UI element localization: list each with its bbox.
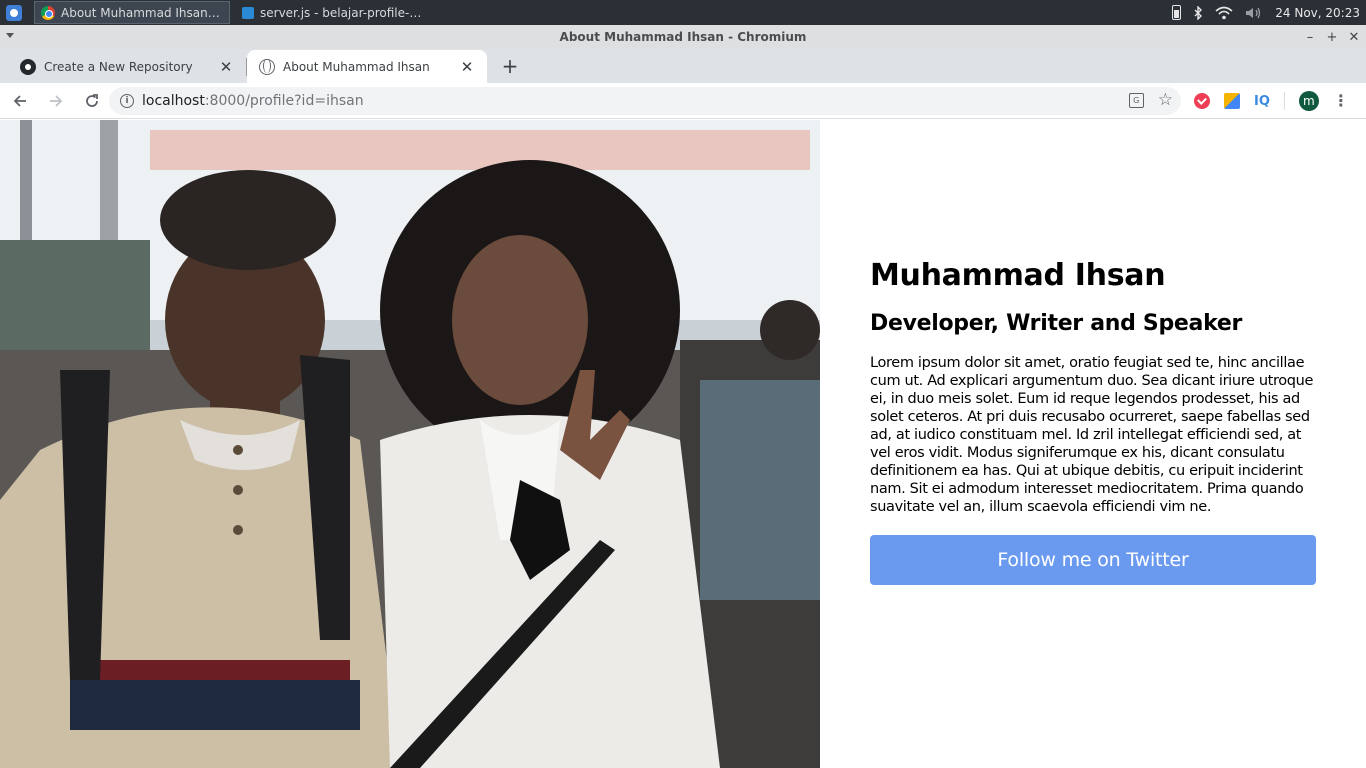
site-info-icon[interactable]: i	[120, 94, 134, 108]
address-bar[interactable]: i localhost:8000/profile?id=ihsan G ☆	[109, 87, 1181, 115]
iq-extension-icon[interactable]: IQ	[1254, 94, 1270, 109]
tab-strip: Create a New Repository ✕ About Muhammad…	[0, 49, 1366, 83]
browser-toolbar: i localhost:8000/profile?id=ihsan G ☆ IQ…	[0, 83, 1366, 119]
taskbar-task-label: About Muhammad Ihsan - C...	[61, 5, 221, 20]
toolbar-divider	[1283, 92, 1285, 110]
back-button[interactable]	[4, 85, 36, 117]
forward-button[interactable]	[40, 85, 72, 117]
browser-menu-icon[interactable]: ⋮	[1333, 93, 1349, 109]
follow-twitter-button[interactable]: Follow me on Twitter	[870, 535, 1316, 585]
chromium-icon	[41, 5, 55, 20]
tab-close-icon[interactable]: ✕	[459, 58, 475, 76]
translate-icon[interactable]: G	[1128, 93, 1144, 108]
volume-icon[interactable]	[1245, 6, 1263, 20]
system-tray: 24 Nov, 20:23	[1172, 5, 1366, 20]
forward-arrow-icon	[50, 94, 63, 107]
pocket-icon[interactable]	[1194, 93, 1210, 109]
wifi-icon[interactable]	[1215, 6, 1233, 20]
window-title: About Muhammad Ihsan - Chromium	[559, 30, 807, 44]
url-path: :8000/profile?id=ihsan	[204, 93, 364, 109]
reload-icon	[86, 93, 98, 107]
app-menu-icon[interactable]	[0, 0, 28, 25]
bookmark-star-icon[interactable]: ☆	[1158, 92, 1173, 109]
bluetooth-icon[interactable]	[1193, 5, 1203, 20]
url-host: localhost	[142, 93, 205, 109]
profile-name: Muhammad Ihsan	[870, 258, 1166, 293]
window-menu-icon[interactable]	[6, 33, 14, 38]
profile-photo-illustration	[0, 120, 820, 768]
os-taskbar: About Muhammad Ihsan - C... server.js - …	[0, 0, 1366, 25]
extensions-area: IQ m ⋮	[1194, 91, 1349, 111]
taskbar-task-label: server.js - belajar-profile-we...	[260, 5, 424, 20]
taskbar-task-vscode[interactable]: server.js - belajar-profile-we...	[236, 1, 432, 24]
new-tab-button[interactable]: +	[498, 54, 522, 78]
window-controls: – + ✕	[1304, 25, 1360, 49]
profile-section: Muhammad Ihsan Developer, Writer and Spe…	[870, 258, 1316, 585]
back-arrow-icon	[13, 94, 26, 107]
github-icon	[20, 58, 36, 75]
minimize-icon[interactable]: –	[1304, 30, 1316, 45]
tab-title: About Muhammad Ihsan	[283, 59, 430, 74]
profile-avatar[interactable]: m	[1298, 91, 1319, 111]
globe-icon	[259, 58, 275, 75]
edit-extension-icon[interactable]	[1224, 93, 1240, 109]
tab-title: Create a New Repository	[44, 59, 193, 74]
tab-about-muhammad-ihsan[interactable]: About Muhammad Ihsan ✕	[247, 50, 487, 83]
taskbar-task-chromium[interactable]: About Muhammad Ihsan - C...	[34, 1, 230, 24]
tab-create-repository[interactable]: Create a New Repository ✕	[0, 50, 246, 83]
battery-icon[interactable]	[1172, 5, 1182, 20]
close-icon[interactable]: ✕	[1348, 30, 1360, 45]
vscode-icon	[242, 6, 254, 19]
omnibox-actions: G ☆	[1128, 92, 1173, 109]
window-titlebar: About Muhammad Ihsan - Chromium – + ✕	[0, 25, 1366, 49]
page-content: Muhammad Ihsan Developer, Writer and Spe…	[0, 120, 1366, 768]
tab-close-icon[interactable]: ✕	[218, 58, 234, 76]
maximize-icon[interactable]: +	[1326, 30, 1338, 45]
reload-button[interactable]	[76, 85, 108, 117]
profile-bio: Lorem ipsum dolor sit amet, oratio feugi…	[870, 355, 1314, 515]
profile-tagline: Developer, Writer and Speaker	[870, 311, 1243, 336]
system-clock[interactable]: 24 Nov, 20:23	[1275, 6, 1360, 20]
profile-photo	[0, 120, 820, 768]
